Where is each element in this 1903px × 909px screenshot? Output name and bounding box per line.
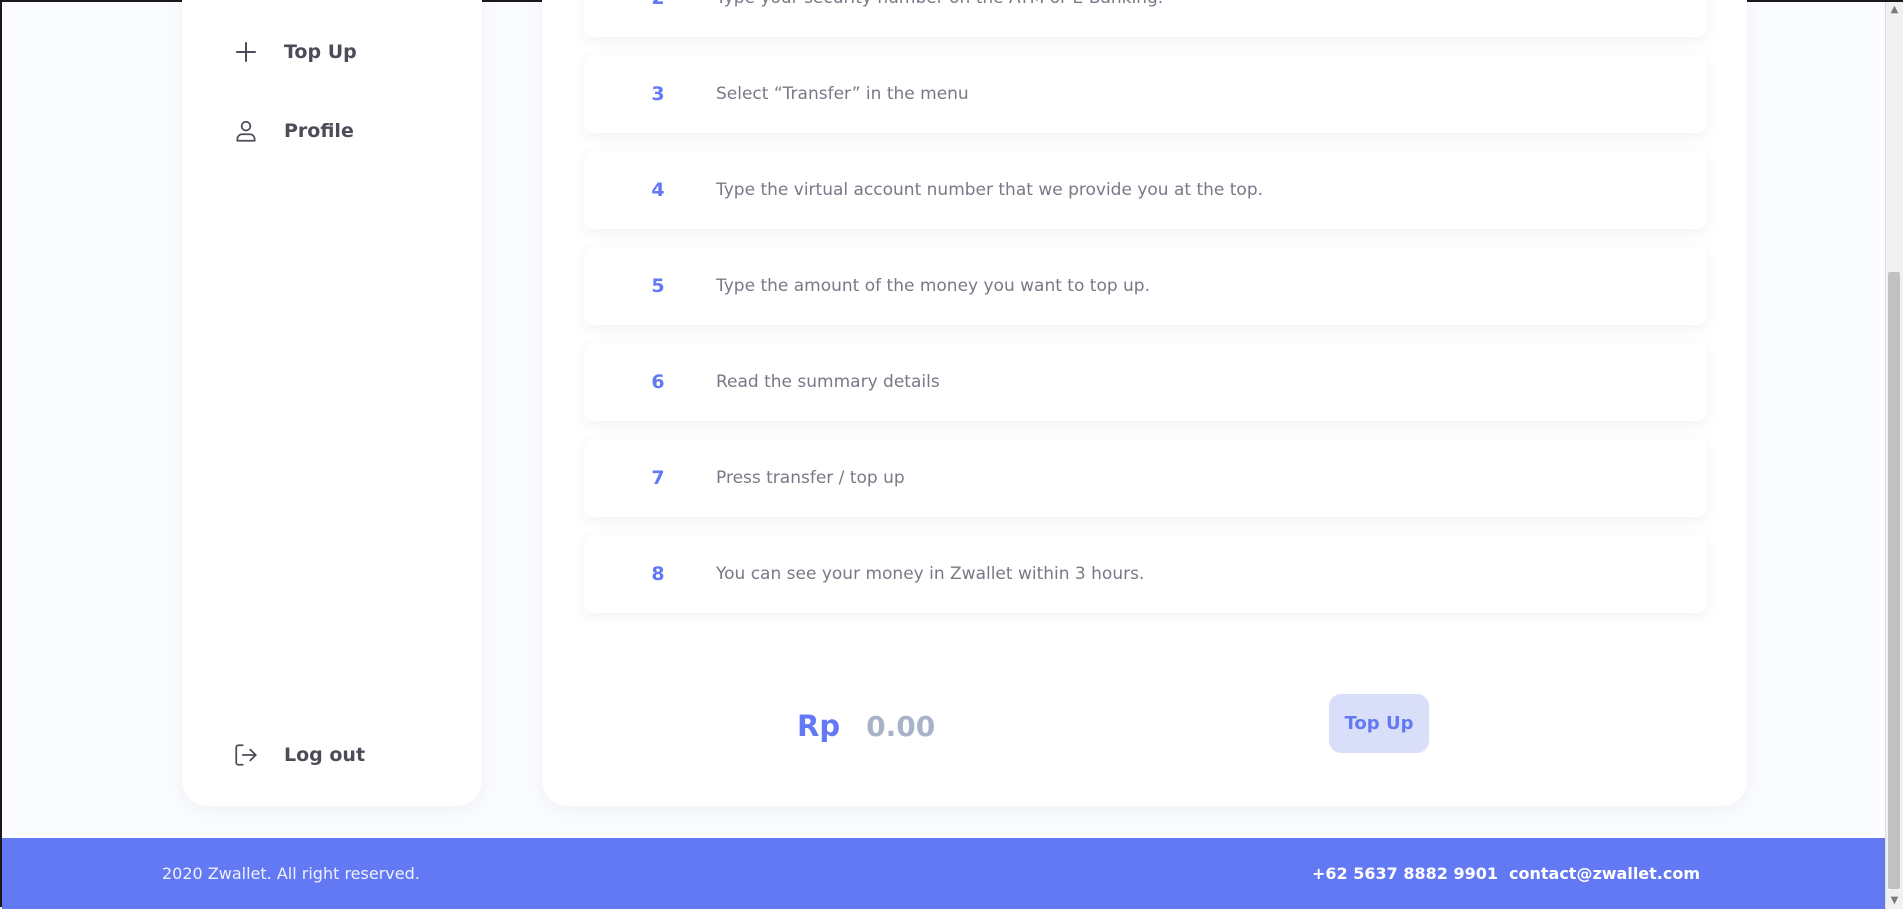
sidebar-item-label: Profile <box>284 120 354 142</box>
step-text: Type your security number on the ATM or … <box>716 0 1163 8</box>
amount-row: Rp <box>797 709 1127 743</box>
instruction-step: 5 Type the amount of the money you want … <box>584 247 1707 325</box>
step-number: 2 <box>584 0 732 9</box>
step-text: You can see your money in Zwallet within… <box>716 564 1145 584</box>
plus-icon <box>232 38 260 66</box>
topup-instructions-card: 2 Type your security number on the ATM o… <box>542 0 1747 806</box>
logout-icon <box>232 741 260 769</box>
sidebar-item-label: Top Up <box>284 41 357 63</box>
step-text: Type the amount of the money you want to… <box>716 276 1151 296</box>
instruction-step: 2 Type your security number on the ATM o… <box>584 0 1707 37</box>
instruction-step: 6 Read the summary details <box>584 343 1707 421</box>
currency-label: Rp <box>797 709 841 743</box>
instruction-step: 4 Type the virtual account number that w… <box>584 151 1707 229</box>
step-number: 5 <box>651 275 665 297</box>
sidebar-item-profile[interactable]: Profile <box>232 117 354 145</box>
sidebar: Top Up Profile Log out <box>182 0 482 806</box>
step-number: 3 <box>651 83 665 105</box>
sidebar-item-top-up[interactable]: Top Up <box>232 38 357 66</box>
amount-input[interactable] <box>866 709 1127 743</box>
user-icon <box>232 117 260 145</box>
step-number: 8 <box>651 563 665 585</box>
step-text: Select “Transfer” in the menu <box>716 84 969 104</box>
footer: 2020 Zwallet. All right reserved. +62 56… <box>2 838 1887 909</box>
logout-label: Log out <box>284 744 366 766</box>
top-up-button[interactable]: Top Up <box>1329 694 1429 753</box>
logout-button[interactable]: Log out <box>232 741 365 769</box>
instruction-step: 8 You can see your money in Zwallet with… <box>584 535 1707 613</box>
vertical-scrollbar[interactable]: ▲ ▼ <box>1885 2 1903 909</box>
step-number: 6 <box>651 371 665 393</box>
step-text: Type the virtual account number that we … <box>716 180 1264 200</box>
copyright-text: 2020 Zwallet. All right reserved. <box>162 864 420 883</box>
contact-phone: +62 5637 8882 9901 <box>1312 864 1498 883</box>
page: Top Up Profile Log out 3 Select “Transfe… <box>2 0 1887 909</box>
step-number: 7 <box>651 467 665 489</box>
scrollbar-thumb[interactable] <box>1888 272 1900 889</box>
contact-email: contact@zwallet.com <box>1509 864 1701 883</box>
step-text: Press transfer / top up <box>716 468 905 488</box>
scroll-up-arrow-icon[interactable]: ▲ <box>1886 2 1903 18</box>
step-text: Read the summary details <box>716 372 940 392</box>
instruction-step: 3 Select “Transfer” in the menu <box>584 55 1707 133</box>
instruction-step: 7 Press transfer / top up <box>584 439 1707 517</box>
step-number: 4 <box>651 179 665 201</box>
